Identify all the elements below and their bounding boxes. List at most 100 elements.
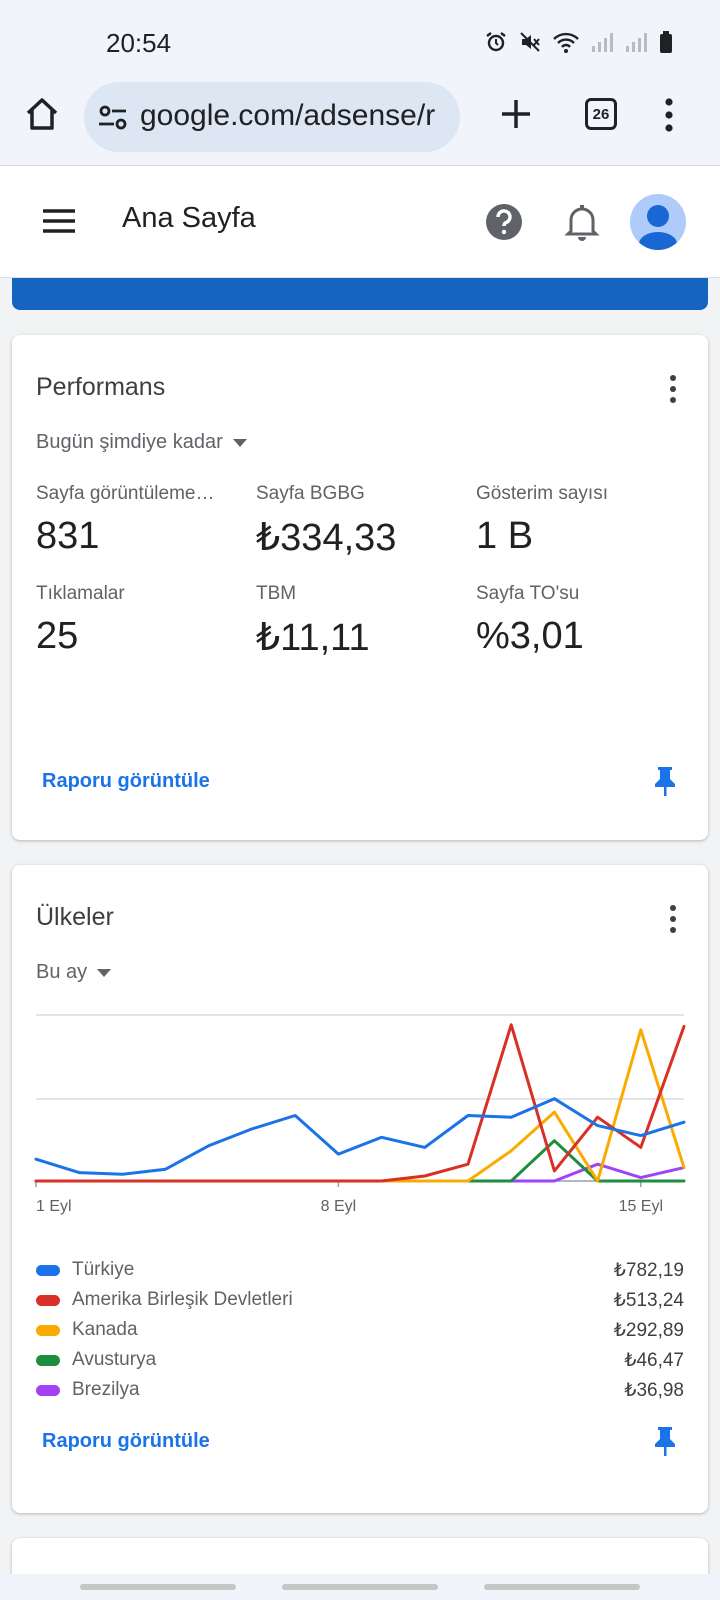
status-time: 20:54 [106, 28, 172, 58]
legend-swatch [36, 1354, 60, 1366]
legend-name: Brezilya [72, 1379, 140, 1400]
alarm-icon [484, 30, 508, 54]
more-vert-icon [670, 375, 676, 403]
metric-page-ctr: Sayfa TO'su %3,01 [476, 583, 686, 658]
address-bar[interactable]: google.com/adsense/r [84, 82, 460, 152]
status-bar: 20:54 [0, 0, 720, 84]
dropdown-caret-icon [232, 438, 247, 447]
more-vert-icon [670, 905, 676, 933]
metric-value: ₺11,11 [256, 617, 370, 659]
signal-icon [590, 30, 614, 54]
metric-value: %3,01 [476, 615, 584, 657]
metric-impressions: Gösterim sayısı 1 B [476, 483, 686, 558]
countries-view-report-link[interactable]: Raporu görüntüle [42, 1430, 210, 1453]
legend-name: Amerika Birleşik Devletleri [72, 1289, 293, 1310]
metric-value: 25 [36, 615, 79, 657]
performance-range-select[interactable]: Bugün şimdiye kadar [36, 431, 247, 454]
legend-swatch [36, 1294, 60, 1306]
legend-item: Amerika Birleşik Devletleri ₺513,24 [36, 1285, 684, 1315]
countries-range-select[interactable]: Bu ay [36, 961, 112, 984]
countries-title: Ülkeler [36, 903, 114, 931]
legend-name: Kanada [72, 1319, 138, 1340]
countries-legend: Türkiye ₺782,19 Amerika Birleşik Devletl… [36, 1255, 684, 1405]
person-icon [639, 205, 677, 250]
browser-toolbar: google.com/adsense/r 26 [0, 78, 720, 166]
metric-clicks: Tıklamalar 25 [36, 583, 246, 658]
legend-item: Türkiye ₺782,19 [36, 1255, 684, 1285]
x-tick-label: 15 Eyl [619, 1198, 663, 1215]
countries-more-button[interactable] [666, 903, 680, 935]
legend-name: Avusturya [72, 1349, 157, 1370]
countries-pin-button[interactable] [652, 1425, 678, 1457]
countries-card: Ülkeler Bu ay 1 Eyl 8 Eyl 15 Eyl Türkiye ₺… [12, 865, 708, 1513]
app-header: Ana Sayfa [0, 166, 720, 278]
metric-label: Sayfa TO'su [476, 583, 580, 604]
tab-switcher-button[interactable]: 26 [585, 98, 617, 130]
series-line [34, 1023, 686, 1183]
battery-icon [658, 30, 674, 54]
legend-swatch [36, 1324, 60, 1336]
metric-label: Gösterim sayısı [476, 483, 608, 504]
legend-item: Kanada ₺292,89 [36, 1315, 684, 1345]
page-title: Ana Sayfa [122, 202, 256, 234]
home-icon [26, 98, 58, 130]
legend-name: Türkiye [72, 1259, 135, 1280]
plus-icon [502, 100, 530, 128]
legend-item: Brezilya ₺36,98 [36, 1375, 684, 1405]
metric-label: Tıklamalar [36, 583, 125, 604]
metric-value: ₺334,33 [256, 517, 397, 559]
metric-value: 1 B [476, 515, 534, 557]
wifi-icon [552, 30, 580, 54]
help-button[interactable] [484, 202, 524, 242]
legend-value: ₺292,89 [613, 1319, 684, 1341]
browser-menu-button[interactable] [657, 96, 681, 134]
metric-label: Sayfa BGBG [256, 483, 365, 504]
nav-handle[interactable] [484, 1584, 640, 1590]
site-settings-icon[interactable] [96, 101, 130, 135]
bell-icon [564, 205, 600, 241]
countries-line-chart: 1 Eyl 8 Eyl 15 Eyl [34, 1014, 686, 1215]
banner-strip [12, 278, 708, 310]
series-line [34, 1028, 686, 1183]
x-tick-label: 8 Eyl [321, 1198, 357, 1215]
status-icons [484, 30, 674, 54]
metric-page-views: Sayfa görüntüleme… 831 [36, 483, 246, 558]
legend-value: ₺36,98 [624, 1379, 684, 1401]
legend-item: Avusturya ₺46,47 [36, 1345, 684, 1375]
system-nav-bar [0, 1574, 720, 1600]
x-tick-label: 1 Eyl [36, 1198, 72, 1215]
help-icon [486, 204, 522, 240]
nav-handle[interactable] [282, 1584, 438, 1590]
signal-icon [624, 30, 648, 54]
url-text[interactable]: google.com/adsense/r [140, 99, 435, 133]
metric-label: Sayfa görüntüleme… [36, 483, 215, 504]
metric-value: 831 [36, 515, 100, 557]
nav-menu-button[interactable] [40, 206, 78, 236]
more-vert-icon [665, 98, 673, 132]
legend-swatch [36, 1264, 60, 1276]
range-label: Bu ay [36, 961, 88, 983]
performance-more-button[interactable] [666, 373, 680, 405]
home-button[interactable] [22, 94, 62, 134]
hamburger-icon [43, 209, 75, 233]
legend-value: ₺782,19 [613, 1259, 684, 1281]
pin-icon [655, 1427, 675, 1456]
legend-value: ₺513,24 [613, 1289, 684, 1311]
metric-label: TBM [256, 583, 297, 604]
metric-cpc: TBM ₺11,11 [256, 583, 466, 660]
performance-title: Performans [36, 373, 166, 401]
account-avatar[interactable] [630, 194, 686, 250]
legend-value: ₺46,47 [624, 1349, 684, 1371]
performance-pin-button[interactable] [652, 765, 678, 797]
pin-icon [655, 767, 675, 796]
notifications-button[interactable] [562, 202, 602, 242]
range-label: Bugün şimdiye kadar [36, 431, 223, 453]
performance-card: Performans Bugün şimdiye kadar Sayfa gör… [12, 335, 708, 840]
performance-view-report-link[interactable]: Raporu görüntüle [42, 770, 210, 793]
dropdown-caret-icon [97, 968, 112, 977]
new-tab-button[interactable] [498, 96, 534, 132]
nav-handle[interactable] [80, 1584, 236, 1590]
legend-swatch [36, 1384, 60, 1396]
mute-icon [518, 30, 542, 54]
metric-page-rpm: Sayfa BGBG ₺334,33 [256, 483, 466, 560]
